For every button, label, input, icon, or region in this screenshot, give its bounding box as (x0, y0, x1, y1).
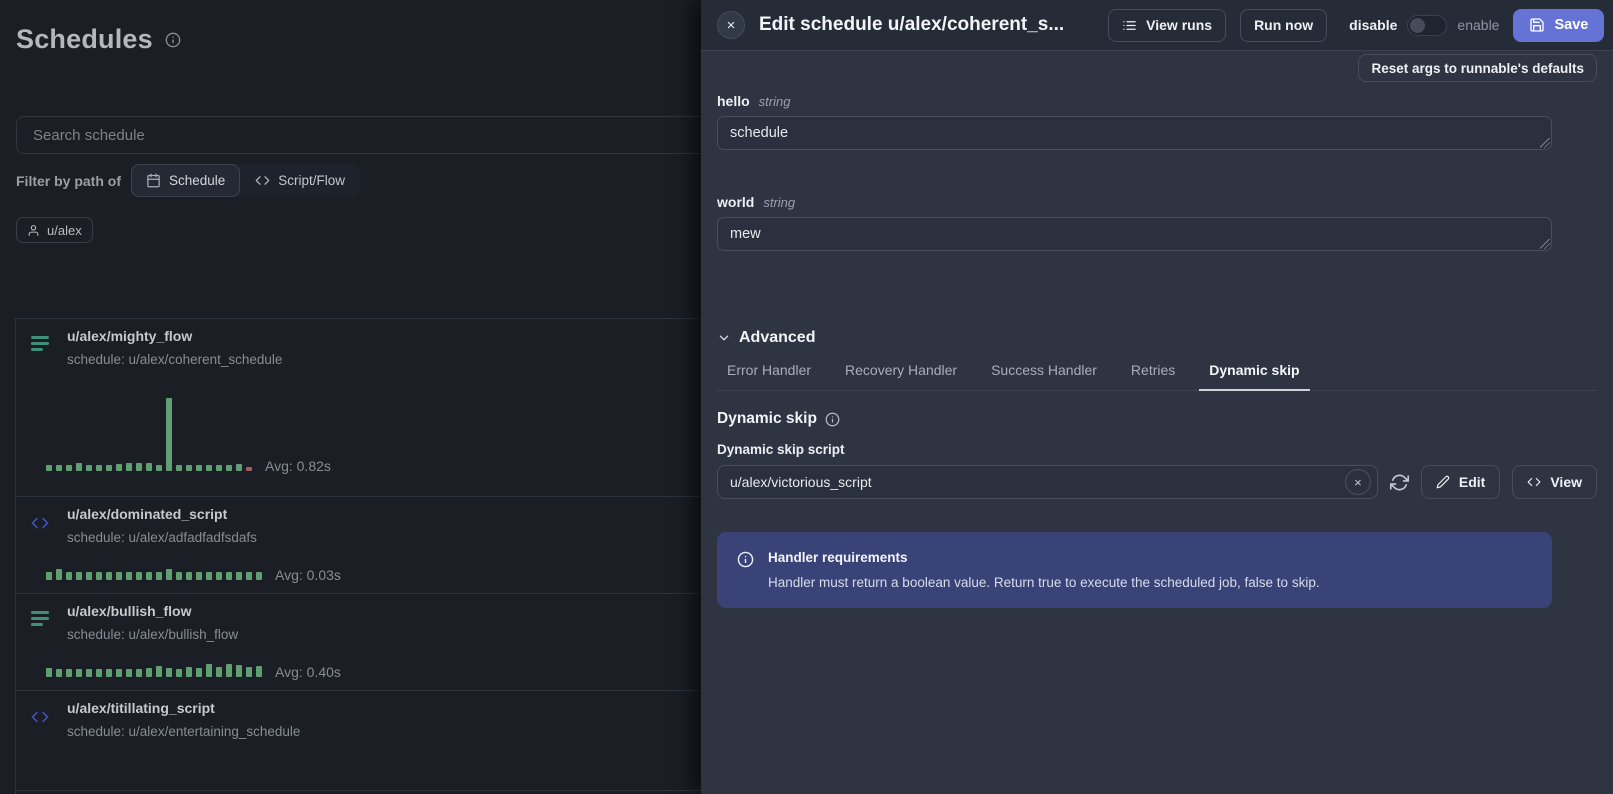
drawer-header: × Edit schedule u/alex/coherent_s... Vie… (701, 0, 1613, 51)
refresh-button[interactable] (1390, 473, 1409, 492)
code-icon (255, 173, 270, 188)
schedule-name: u/alex/dominated_script (67, 506, 257, 522)
save-icon (1529, 17, 1545, 33)
enable-toggle-group: disable enable (1349, 15, 1499, 36)
schedule-name: u/alex/mighty_flow (67, 328, 282, 344)
schedule-path: schedule: u/alex/adfadfadfsdafs (67, 530, 257, 545)
field-type: string (763, 195, 795, 210)
view-label: View (1550, 474, 1582, 490)
script-path-value: u/alex/victorious_script (730, 474, 1345, 490)
avg-duration-label: Avg: 0.40s (275, 664, 341, 680)
schedule-path: schedule: u/alex/coherent_schedule (67, 352, 282, 367)
schedule-name: u/alex/bullish_flow (67, 603, 238, 619)
drawer-title: Edit schedule u/alex/coherent_s... (759, 14, 1064, 36)
runs-histogram[interactable] (46, 664, 262, 677)
chevron-down-icon (717, 331, 731, 345)
enable-toggle[interactable] (1407, 15, 1447, 36)
advanced-section-title: Advanced (739, 329, 815, 347)
filter-script-flow-label: Script/Flow (278, 173, 345, 188)
run-now-label: Run now (1254, 17, 1313, 33)
flow-icon (31, 603, 53, 642)
pencil-icon (1436, 475, 1450, 489)
page-title: Schedules (16, 24, 153, 55)
script-icon (31, 506, 53, 545)
field-type: string (759, 94, 791, 109)
dynamic-skip-title: Dynamic skip (717, 410, 817, 428)
handler-requirements-callout: Handler requirements Handler must return… (717, 532, 1552, 608)
save-button[interactable]: Save (1513, 9, 1604, 42)
schedule-name: u/alex/titillating_script (67, 700, 300, 716)
calendar-icon (146, 173, 161, 188)
schedule-path: schedule: u/alex/entertaining_schedule (67, 724, 300, 739)
filter-schedule-label: Schedule (169, 173, 225, 188)
close-icon: × (1354, 475, 1362, 490)
callout-title: Handler requirements (768, 550, 1320, 565)
runs-histogram[interactable] (46, 569, 262, 580)
info-icon (737, 550, 754, 590)
edit-schedule-drawer: × Edit schedule u/alex/coherent_s... Vie… (701, 0, 1613, 794)
info-icon[interactable] (165, 32, 181, 48)
advanced-tabs: Error Handler Recovery Handler Success H… (717, 362, 1597, 391)
owner-filter-chip[interactable]: u/alex (16, 217, 93, 243)
tab-error-handler[interactable]: Error Handler (717, 362, 821, 391)
clear-script-button[interactable]: × (1345, 469, 1371, 495)
owner-chip-label: u/alex (47, 223, 82, 238)
script-icon (31, 700, 53, 739)
dynamic-skip-script-label: Dynamic skip script (717, 442, 1597, 457)
tab-success-handler[interactable]: Success Handler (981, 362, 1107, 391)
edit-label: Edit (1459, 474, 1485, 490)
edit-script-button[interactable]: Edit (1421, 465, 1500, 499)
tab-dynamic-skip[interactable]: Dynamic skip (1199, 362, 1309, 391)
field-name-world: world (717, 194, 754, 210)
filter-script-flow-button[interactable]: Script/Flow (240, 164, 360, 197)
avg-duration-label: Avg: 0.03s (275, 567, 341, 583)
filter-kind-segmented: Schedule Script/Flow (131, 164, 360, 197)
world-field[interactable]: mew (717, 217, 1552, 251)
flow-icon (31, 328, 53, 367)
runs-histogram[interactable] (46, 398, 252, 471)
close-drawer-button[interactable]: × (717, 11, 745, 39)
filter-by-path-label: Filter by path of (16, 173, 121, 189)
run-now-button[interactable]: Run now (1240, 9, 1327, 42)
schedule-path: schedule: u/alex/bullish_flow (67, 627, 238, 642)
advanced-section-toggle[interactable]: Advanced (717, 329, 1597, 347)
reset-args-button[interactable]: Reset args to runnable's defaults (1358, 54, 1597, 82)
disable-label: disable (1349, 17, 1397, 33)
dynamic-skip-script-input[interactable]: u/alex/victorious_script × (717, 465, 1378, 499)
user-icon (27, 224, 40, 237)
view-runs-label: View runs (1146, 17, 1212, 33)
list-icon (1122, 18, 1137, 33)
hello-field[interactable]: schedule (717, 116, 1552, 150)
enable-label: enable (1457, 17, 1499, 33)
view-script-button[interactable]: View (1512, 465, 1597, 499)
avg-duration-label: Avg: 0.82s (265, 458, 331, 474)
tab-retries[interactable]: Retries (1121, 362, 1185, 391)
save-label: Save (1554, 17, 1588, 33)
tab-recovery-handler[interactable]: Recovery Handler (835, 362, 967, 391)
code-icon (1527, 475, 1541, 489)
close-icon: × (727, 17, 736, 34)
callout-body: Handler must return a boolean value. Ret… (768, 575, 1320, 590)
view-runs-button[interactable]: View runs (1108, 9, 1226, 42)
field-name-hello: hello (717, 93, 750, 109)
info-icon[interactable] (825, 412, 840, 427)
filter-schedule-button[interactable]: Schedule (131, 164, 240, 197)
toggle-knob (1410, 18, 1425, 33)
